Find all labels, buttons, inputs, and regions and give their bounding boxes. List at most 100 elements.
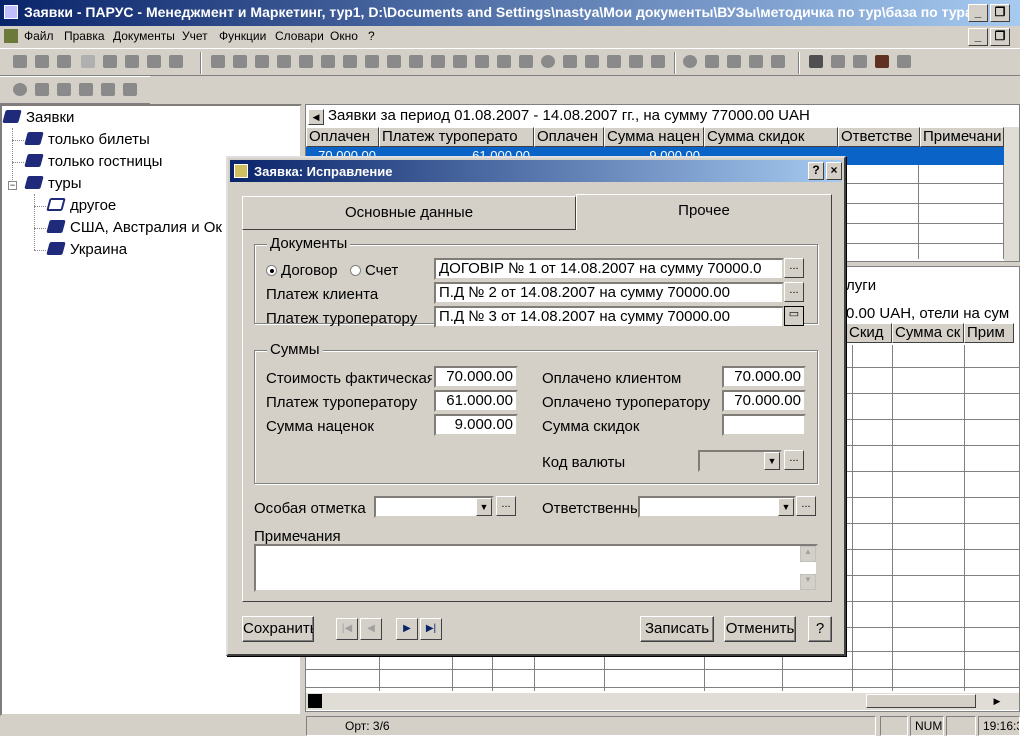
operator-sum-field[interactable]: 61.000.00 bbox=[434, 390, 518, 412]
tree-item-hotels[interactable]: только гостницы bbox=[24, 153, 162, 170]
currency-icon[interactable] bbox=[682, 54, 698, 70]
tree-root[interactable]: Заявки bbox=[2, 109, 74, 126]
tree-collapse-button[interactable]: − bbox=[8, 181, 17, 190]
menu-help[interactable]: ? bbox=[368, 29, 375, 43]
scroll-down-icon[interactable]: ▼ bbox=[800, 574, 816, 590]
contract-field[interactable]: ДОГОВІР № 1 от 14.08.2007 на сумму 70000… bbox=[434, 258, 784, 280]
menu-window[interactable]: Окно bbox=[330, 29, 358, 43]
doc-e-icon[interactable] bbox=[298, 54, 314, 70]
refresh-icon[interactable] bbox=[146, 54, 162, 70]
col-header[interactable]: Скид bbox=[846, 323, 892, 343]
menu-functions[interactable]: Функции bbox=[219, 29, 266, 43]
radio-contract[interactable]: Договор bbox=[266, 262, 338, 279]
doc-v-icon[interactable] bbox=[748, 54, 764, 70]
doc-k-icon[interactable] bbox=[452, 54, 468, 70]
calculator-icon[interactable] bbox=[808, 54, 824, 70]
contract-select-button[interactable]: ... bbox=[784, 258, 804, 278]
chevron-down-icon[interactable]: ▼ bbox=[778, 498, 794, 516]
services-tab[interactable]: луги bbox=[846, 277, 876, 294]
tree-item-ukraine[interactable]: Украина bbox=[46, 241, 127, 258]
help-button[interactable]: ? bbox=[808, 616, 832, 642]
filter-clear-icon[interactable] bbox=[124, 54, 140, 70]
doc-f-icon[interactable] bbox=[320, 54, 336, 70]
record-button[interactable]: Записать bbox=[640, 616, 714, 642]
col-header[interactable]: Оплачен bbox=[534, 127, 604, 147]
operator-payment-select-button[interactable]: ▭ bbox=[784, 306, 804, 326]
doc-m-icon[interactable] bbox=[496, 54, 512, 70]
doc-h-icon[interactable] bbox=[386, 54, 402, 70]
doc-q-icon[interactable] bbox=[606, 54, 622, 70]
tree-item-other[interactable]: другое bbox=[46, 197, 116, 214]
responsible-select-button[interactable]: ... bbox=[796, 496, 816, 516]
new-icon[interactable] bbox=[12, 54, 28, 70]
paid-operator-field[interactable]: 70.000.00 bbox=[722, 390, 806, 412]
scroll-left-icon[interactable] bbox=[308, 694, 322, 708]
bag-icon[interactable] bbox=[100, 82, 116, 98]
menu-file[interactable]: Файл bbox=[24, 29, 54, 43]
table-icon[interactable] bbox=[168, 54, 184, 70]
doc-p-icon[interactable] bbox=[584, 54, 600, 70]
scroll-right-icon[interactable]: ▶ bbox=[990, 694, 1004, 708]
doc-c-icon[interactable] bbox=[254, 54, 270, 70]
doc-b-icon[interactable] bbox=[232, 54, 248, 70]
doc-w-icon[interactable] bbox=[770, 54, 786, 70]
doc-n-icon[interactable] bbox=[518, 54, 534, 70]
restore-button[interactable]: ❐ bbox=[990, 4, 1010, 22]
cancel-button[interactable]: Отменить bbox=[724, 616, 796, 642]
doc-t-icon[interactable] bbox=[704, 54, 720, 70]
client-payment-field[interactable]: П.Д № 2 от 14.08.2007 на сумму 70000.00 bbox=[434, 282, 784, 304]
nav-next-button[interactable]: ▶ bbox=[396, 618, 418, 640]
chevron-down-icon[interactable]: ▼ bbox=[764, 452, 780, 470]
tab-other[interactable]: Прочее bbox=[576, 194, 832, 230]
tab-main-data[interactable]: Основные данные bbox=[242, 196, 576, 230]
paid-client-field[interactable]: 70.000.00 bbox=[722, 366, 806, 388]
tree-item-tours[interactable]: туры bbox=[24, 175, 82, 192]
doc-j-icon[interactable] bbox=[430, 54, 446, 70]
doc-o-icon[interactable] bbox=[562, 54, 578, 70]
tools-icon[interactable] bbox=[830, 54, 846, 70]
upload-icon[interactable] bbox=[78, 82, 94, 98]
wizard-icon[interactable] bbox=[874, 54, 890, 70]
save-button[interactable]: Сохранить bbox=[242, 616, 314, 642]
scroll-thumb[interactable] bbox=[866, 694, 976, 708]
doc-i-icon[interactable] bbox=[408, 54, 424, 70]
dialog-close-button[interactable]: × bbox=[826, 162, 842, 180]
horizontal-scrollbar[interactable]: ▶ bbox=[306, 693, 1019, 710]
discounts-field[interactable] bbox=[722, 414, 806, 436]
special-mark-select-button[interactable]: ... bbox=[496, 496, 516, 516]
doc-r-icon[interactable] bbox=[628, 54, 644, 70]
actual-cost-field[interactable]: 70.000.00 bbox=[434, 366, 518, 388]
caption-left-icon[interactable]: ◀ bbox=[308, 109, 324, 125]
child-restore-button[interactable]: ❐ bbox=[990, 28, 1010, 46]
doc-a-icon[interactable] bbox=[210, 54, 226, 70]
col-header[interactable]: Сумма скидок bbox=[704, 127, 838, 147]
col-header[interactable]: Прим bbox=[964, 323, 1014, 343]
doc-g-icon[interactable] bbox=[342, 54, 358, 70]
responsible-select[interactable] bbox=[638, 496, 796, 518]
radio-invoice[interactable]: Счет bbox=[350, 262, 398, 279]
settings-icon[interactable] bbox=[852, 54, 868, 70]
menu-accounting[interactable]: Учет bbox=[182, 29, 208, 43]
client-payment-select-button[interactable]: ... bbox=[784, 282, 804, 302]
nav-first-button[interactable]: |◀ bbox=[336, 618, 358, 640]
scroll-up-icon[interactable]: ▲ bbox=[800, 546, 816, 562]
edit-icon[interactable] bbox=[56, 54, 72, 70]
menu-documents[interactable]: Документы bbox=[113, 29, 175, 43]
folder-icon[interactable] bbox=[56, 82, 72, 98]
minimize-button[interactable]: _ bbox=[968, 4, 988, 22]
operator-payment-field[interactable]: П.Д № 3 от 14.08.2007 на сумму 70000.00 bbox=[434, 306, 784, 328]
notes-textarea[interactable] bbox=[254, 544, 818, 592]
menu-edit[interactable]: Правка bbox=[64, 29, 105, 43]
doc-d-icon[interactable] bbox=[276, 54, 292, 70]
copy-icon[interactable] bbox=[34, 54, 50, 70]
letter-icon[interactable] bbox=[122, 82, 138, 98]
doc-u-icon[interactable] bbox=[726, 54, 742, 70]
col-header[interactable]: Сумма ск bbox=[892, 323, 964, 343]
col-header[interactable]: Примечани bbox=[920, 127, 1004, 147]
tree-item-usa[interactable]: США, Австралия и Ок bbox=[46, 219, 222, 236]
delete-icon[interactable] bbox=[80, 54, 96, 70]
child-minimize-button[interactable]: _ bbox=[968, 28, 988, 46]
markup-field[interactable]: 9.000.00 bbox=[434, 414, 518, 436]
clock-icon[interactable] bbox=[540, 54, 556, 70]
dialog-help-button[interactable]: ? bbox=[808, 162, 824, 180]
